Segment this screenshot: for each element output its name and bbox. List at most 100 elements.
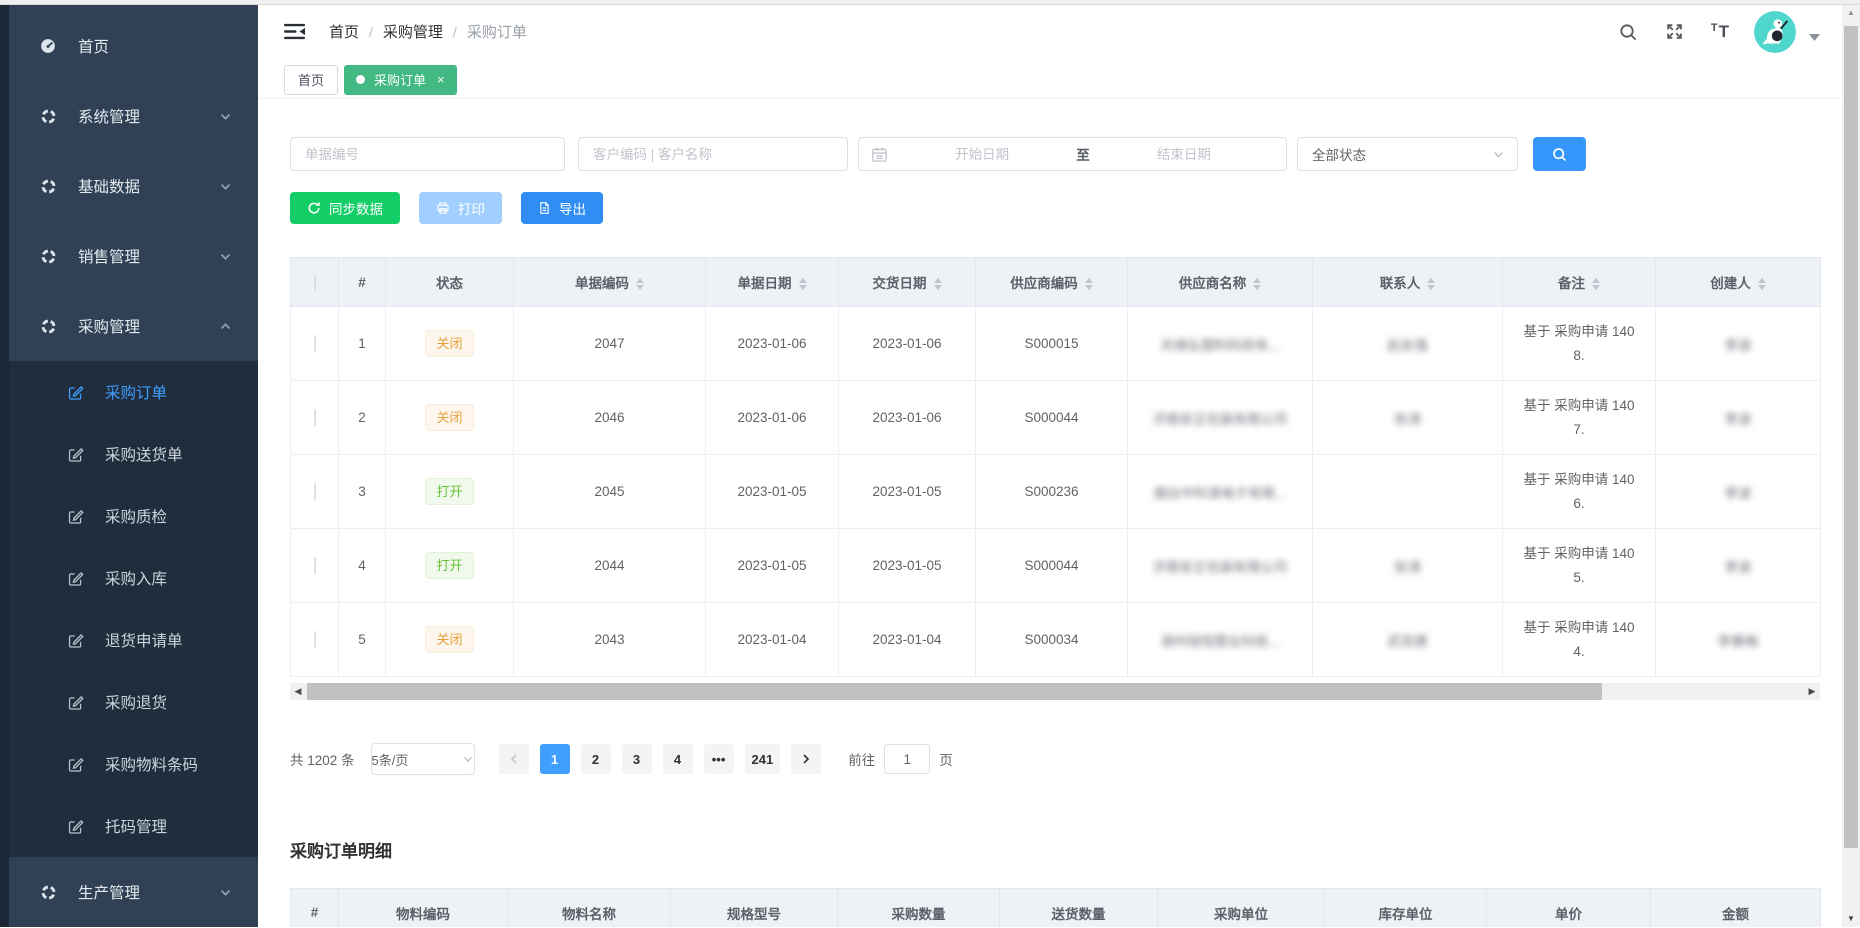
pager-pages: 1234 ••• 241	[540, 744, 781, 774]
column-label: 交货日期	[873, 276, 927, 291]
row-checkbox[interactable]	[314, 409, 316, 426]
date-range-picker[interactable]: 至	[858, 137, 1287, 171]
sync-data-button[interactable]: 同步数据	[290, 192, 400, 224]
page-size-select[interactable]: 5条/页	[371, 743, 475, 775]
sort-icon[interactable]	[1085, 278, 1093, 290]
scroll-right-icon[interactable]: ▶	[1804, 683, 1820, 700]
navbar-actions: TT	[1591, 11, 1820, 53]
sidebar-item-production[interactable]: 生产管理	[0, 857, 258, 927]
avatar[interactable]	[1754, 11, 1796, 53]
table-row: 2关闭20462023-01-062023-01-06S000044济南安正包装…	[291, 381, 1821, 455]
more-pages-button[interactable]: •••	[704, 744, 734, 774]
sort-icon[interactable]	[1253, 278, 1261, 290]
horizontal-scrollbar[interactable]: ◀ ▶	[290, 683, 1820, 700]
sidebar-collapse-icon[interactable]	[284, 23, 305, 40]
sidebar-item-system[interactable]: 系统管理	[0, 81, 258, 151]
row-checkbox[interactable]	[314, 557, 316, 574]
sort-icon[interactable]	[1427, 278, 1435, 290]
page-button-4[interactable]: 4	[663, 744, 693, 774]
chevron-up-icon	[219, 320, 232, 333]
column-label: 单据编码	[575, 276, 629, 291]
row-checkbox[interactable]	[314, 631, 316, 648]
vertical-scrollbar[interactable]: ▲ ▼	[1842, 5, 1860, 927]
column-header-supplier_code[interactable]: 供应商编码	[976, 258, 1128, 307]
orders-header-row: #状态单据编码单据日期交货日期供应商编码供应商名称联系人备注创建人	[291, 258, 1821, 307]
fullscreen-icon[interactable]	[1665, 22, 1684, 41]
cell-idx: 5	[339, 603, 386, 677]
page-button-2[interactable]: 2	[581, 744, 611, 774]
edit-icon	[64, 756, 86, 773]
scroll-left-icon[interactable]: ◀	[290, 683, 306, 700]
sidebar-item-purchase[interactable]: 采购管理	[0, 291, 258, 361]
printer-icon	[436, 201, 450, 215]
goto-label: 前往	[848, 749, 875, 769]
sidebar-item-sales[interactable]: 销售管理	[0, 221, 258, 291]
breadcrumb-item: 采购订单	[467, 21, 527, 42]
cell-creator: 李波	[1656, 381, 1821, 455]
cell-remark: 基于 采购申请 1406.	[1503, 455, 1656, 529]
sidebar-item-purchase-qc[interactable]: 采购质检	[0, 485, 258, 547]
cell-remark: 基于 采购申请 1405.	[1503, 529, 1656, 603]
column-header-doc_no[interactable]: 单据编码	[514, 258, 706, 307]
select-all-checkbox[interactable]	[314, 274, 316, 291]
status-badge: 关闭	[425, 330, 473, 357]
sort-icon[interactable]	[1758, 278, 1766, 290]
scroll-up-icon[interactable]: ▲	[1842, 8, 1860, 17]
row-checkbox[interactable]	[314, 335, 316, 352]
detail-column-header: 金额	[1651, 889, 1821, 928]
sort-icon[interactable]	[799, 278, 807, 290]
sidebar-item-return-request[interactable]: 退货申请单	[0, 609, 258, 671]
doc-no-input[interactable]	[290, 137, 565, 171]
sort-icon[interactable]	[934, 278, 942, 290]
export-button[interactable]: 导出	[521, 192, 603, 224]
search-icon[interactable]	[1618, 22, 1638, 42]
sidebar-item-purchase-inbound[interactable]: 采购入库	[0, 547, 258, 609]
page-button-1[interactable]: 1	[540, 744, 570, 774]
sidebar-item-purchase-delivery[interactable]: 采购送货单	[0, 423, 258, 485]
detail-section-title: 采购订单明细	[290, 837, 1820, 862]
status-select[interactable]: 全部状态	[1297, 137, 1518, 171]
scroll-down-icon[interactable]: ▼	[1842, 914, 1860, 923]
caret-down-icon[interactable]	[1809, 34, 1820, 41]
customer-input[interactable]	[578, 137, 848, 171]
detail-column-header: 采购数量	[838, 889, 1000, 928]
column-header-remark[interactable]: 备注	[1503, 258, 1656, 307]
sidebar-item-purchase-order[interactable]: 采购订单	[0, 361, 258, 423]
sort-icon[interactable]	[1592, 278, 1600, 290]
prev-page-button[interactable]	[499, 744, 529, 774]
column-header-creator[interactable]: 创建人	[1656, 258, 1821, 307]
close-icon[interactable]: ×	[437, 72, 445, 87]
search-icon	[1551, 146, 1568, 163]
vertical-scrollbar-thumb[interactable]	[1844, 26, 1858, 848]
end-date-input[interactable]	[1094, 147, 1274, 162]
goto-page-input[interactable]	[884, 744, 930, 774]
search-button[interactable]	[1533, 137, 1586, 171]
breadcrumb-item[interactable]: 首页	[329, 21, 359, 42]
cell-doc_no: 2047	[514, 307, 706, 381]
print-button[interactable]: 打印	[419, 192, 502, 224]
sidebar-item-purchase-material-barcode[interactable]: 采购物料条码	[0, 733, 258, 795]
sidebar-item-label: 采购物料条码	[105, 753, 198, 775]
page-button-241[interactable]: 241	[745, 744, 781, 774]
orders-table-body: 1关闭20472023-01-062023-01-06S000015天缘弘塑料科…	[291, 307, 1821, 677]
column-header-doc_date[interactable]: 单据日期	[706, 258, 839, 307]
row-checkbox[interactable]	[314, 483, 316, 500]
column-header-supplier_name[interactable]: 供应商名称	[1128, 258, 1313, 307]
breadcrumb-item[interactable]: 采购管理	[383, 21, 443, 42]
column-header-contact[interactable]: 联系人	[1313, 258, 1503, 307]
status-badge: 打开	[425, 478, 473, 505]
sidebar-item-pallet-management[interactable]: 托码管理	[0, 795, 258, 857]
start-date-input[interactable]	[892, 147, 1072, 162]
sidebar-item-purchase-return[interactable]: 采购退货	[0, 671, 258, 733]
contact-value: 张涛	[1394, 412, 1421, 427]
sort-icon[interactable]	[636, 278, 644, 290]
tab-采购订单[interactable]: 采购订单×	[344, 65, 457, 95]
horizontal-scrollbar-thumb[interactable]	[307, 683, 1602, 700]
sidebar-item-home[interactable]: 首页	[0, 11, 258, 81]
page-button-3[interactable]: 3	[622, 744, 652, 774]
column-header-delivery_date[interactable]: 交货日期	[839, 258, 976, 307]
next-page-button[interactable]	[791, 744, 821, 774]
sidebar-item-base-data[interactable]: 基础数据	[0, 151, 258, 221]
font-size-icon[interactable]: TT	[1711, 22, 1730, 42]
tab-首页[interactable]: 首页	[284, 65, 338, 95]
